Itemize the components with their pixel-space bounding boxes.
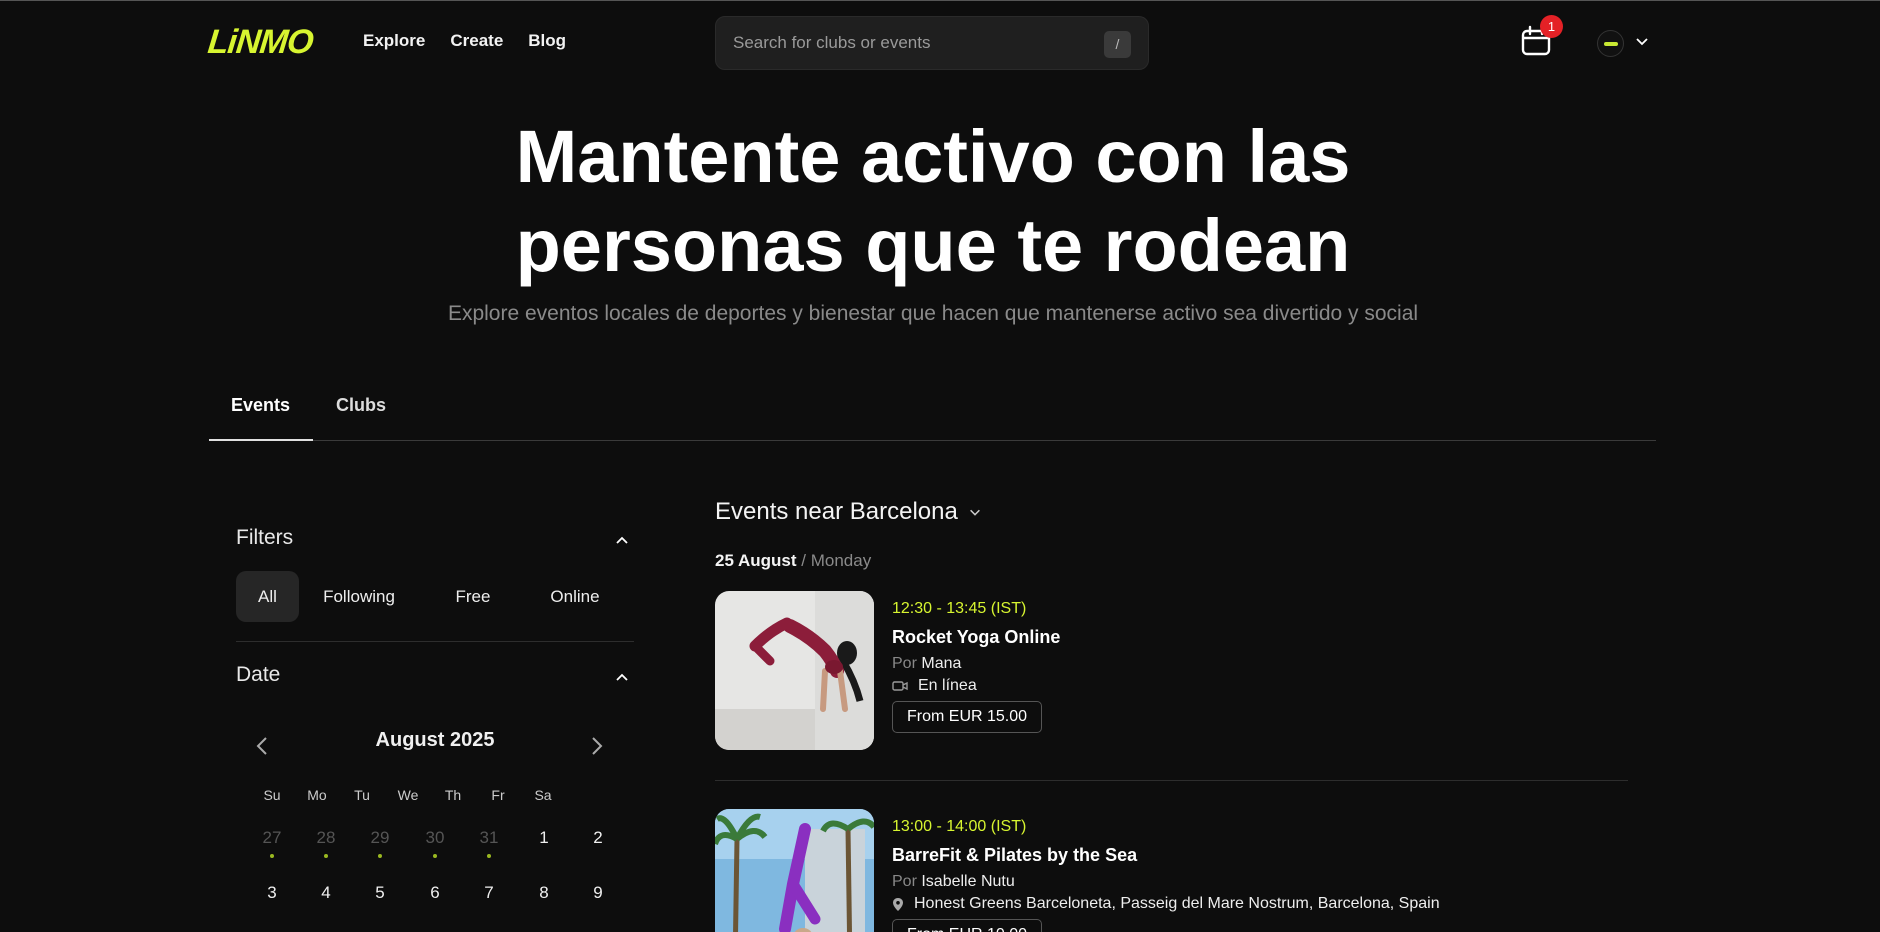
calendar-day[interactable]: 8: [524, 873, 564, 913]
chevron-up-icon[interactable]: [614, 669, 630, 685]
chip-all[interactable]: All: [236, 571, 299, 622]
active-tab-indicator: [209, 439, 313, 441]
filters-title: Filters: [236, 526, 294, 549]
calendar-day[interactable]: 30: [415, 818, 455, 858]
event-location: Honest Greens Barceloneta, Passeig del M…: [892, 895, 1440, 913]
event-image: [715, 809, 874, 932]
page-subtitle: Explore eventos locales de deportes y bi…: [447, 302, 1419, 325]
calendar-day[interactable]: 1: [524, 818, 564, 858]
nav-blog[interactable]: Blog: [528, 31, 566, 51]
calendar-day[interactable]: 7: [469, 873, 509, 913]
date-title: Date: [236, 663, 281, 686]
chip-online[interactable]: Online: [527, 571, 623, 622]
calendar-day[interactable]: 31: [469, 818, 509, 858]
calendar-day[interactable]: 6: [415, 873, 455, 913]
notification-badge: 1: [1540, 15, 1563, 38]
calendar-day[interactable]: 9: [578, 873, 618, 913]
events-date-header: 25 August / Monday: [715, 551, 871, 571]
page-title: Mantente activo con las personas que te …: [0, 112, 1866, 290]
weekday-label: Sa: [534, 787, 552, 803]
location-text: Honest Greens Barceloneta, Passeig del M…: [914, 895, 1440, 912]
event-title[interactable]: BarreFit & Pilates by the Sea: [892, 845, 1137, 866]
price-tag: From EUR 10.00: [892, 919, 1043, 932]
event-dot: [487, 854, 491, 858]
location-pin-icon: [893, 897, 903, 911]
chevron-right-icon[interactable]: [586, 735, 606, 757]
calendar-day[interactable]: 29: [360, 818, 400, 858]
event-time: 12:30 - 13:45 (IST): [892, 600, 1027, 617]
event-organizer: Por Mana: [892, 655, 961, 673]
organizer-prefix: Por: [892, 655, 917, 672]
title-line-1: Mantente activo con las: [515, 115, 1351, 198]
date-bold: 25 August: [715, 551, 797, 570]
tab-events[interactable]: Events: [231, 395, 290, 416]
date-heading: Date: [236, 663, 634, 687]
chip-free[interactable]: Free: [419, 571, 527, 622]
tab-bar: Events Clubs: [209, 380, 1656, 441]
event-card[interactable]: 12:30 - 13:45 (IST) Rocket Yoga Online P…: [715, 591, 1628, 751]
video-icon: [892, 681, 908, 691]
search-box: /: [715, 16, 1149, 70]
calendar-day[interactable]: 2: [578, 818, 618, 858]
date-weekday: / Monday: [801, 551, 872, 570]
event-card[interactable]: 13:00 - 14:00 (IST) BarreFit & Pilates b…: [715, 809, 1628, 932]
nav-create[interactable]: Create: [450, 31, 503, 51]
nav-explore[interactable]: Explore: [363, 31, 425, 51]
header: LiNMO Explore Create Blog / 1: [0, 1, 1880, 81]
filters-heading: Filters: [236, 526, 634, 550]
weekday-label: Tu: [354, 787, 370, 803]
price-tag: From EUR 15.00: [892, 701, 1043, 733]
calendar-day[interactable]: 4: [306, 873, 346, 913]
location-text: En línea: [918, 677, 977, 694]
chevron-down-icon: [969, 509, 980, 516]
event-title[interactable]: Rocket Yoga Online: [892, 627, 1060, 648]
main-nav: Explore Create Blog: [363, 31, 566, 51]
events-location-selector[interactable]: Events near Barcelona: [715, 498, 982, 526]
chevron-up-icon[interactable]: [614, 532, 630, 548]
calendar-day[interactable]: 5: [360, 873, 400, 913]
organizer-name[interactable]: Mana: [921, 655, 961, 672]
event-dot: [324, 854, 328, 858]
organizer-prefix: Por: [892, 873, 917, 890]
event-organizer: Por Isabelle Nutu: [892, 873, 1015, 891]
tab-clubs[interactable]: Clubs: [336, 395, 386, 416]
card-divider: [715, 780, 1628, 781]
calendar-month: August 2025: [375, 729, 495, 751]
chevron-down-icon[interactable]: [1634, 33, 1650, 49]
event-dot: [270, 854, 274, 858]
avatar[interactable]: [1597, 30, 1624, 57]
chip-following[interactable]: Following: [299, 571, 419, 622]
event-image: [715, 591, 874, 750]
weekday-label: Fr: [491, 787, 505, 803]
weekday-label: Mo: [307, 787, 327, 803]
event-location: En línea: [892, 677, 977, 695]
event-dot: [378, 854, 382, 858]
title-line-2: personas que te rodean: [515, 204, 1351, 287]
event-dot: [433, 854, 437, 858]
calendar-day[interactable]: 28: [306, 818, 346, 858]
search-input[interactable]: [733, 17, 1093, 69]
weekday-label: Su: [263, 787, 281, 803]
filter-chips: All Following Free Online: [236, 571, 623, 622]
weekday-label: We: [397, 787, 419, 803]
event-time: 13:00 - 14:00 (IST): [892, 818, 1027, 835]
filters-divider: [236, 641, 634, 642]
calendar-day[interactable]: 3: [252, 873, 292, 913]
organizer-name[interactable]: Isabelle Nutu: [921, 873, 1014, 890]
search-shortcut-key: /: [1104, 31, 1131, 58]
events-heading: Events near Barcelona: [715, 498, 958, 525]
calendar-day[interactable]: 27: [252, 818, 292, 858]
weekday-label: Th: [444, 787, 462, 803]
logo[interactable]: LiNMO: [206, 23, 315, 62]
